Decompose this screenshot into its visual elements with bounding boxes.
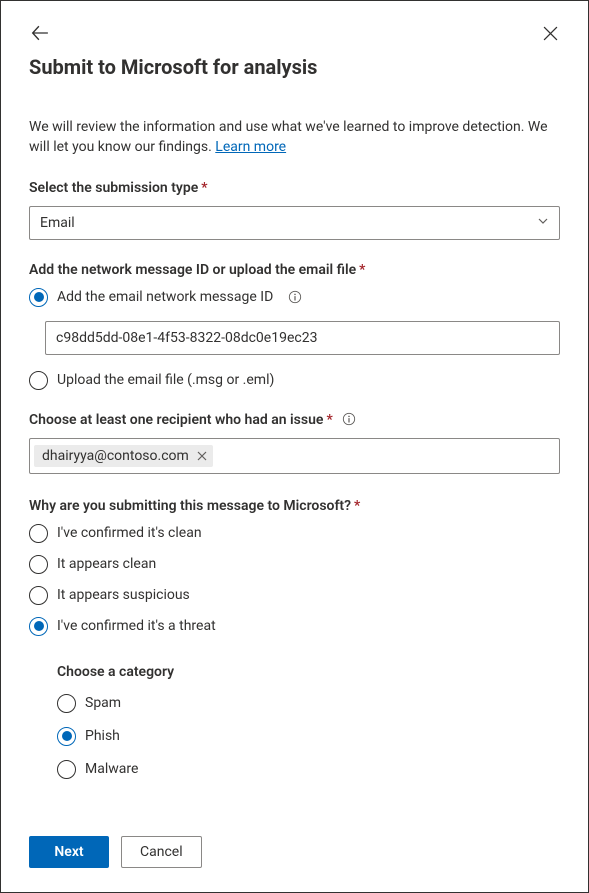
radio-category-phish[interactable]: Phish (57, 727, 560, 746)
back-button[interactable] (29, 22, 51, 44)
radio-add-message-id[interactable]: Add the email network message ID (29, 288, 560, 307)
submission-type-label: Select the submission type* (29, 180, 560, 196)
close-button[interactable] (541, 24, 560, 43)
radio-category-spam-label: Spam (85, 695, 121, 711)
back-arrow-icon (31, 24, 49, 42)
info-icon[interactable] (342, 412, 356, 426)
radio-indicator (29, 617, 48, 636)
required-asterisk: * (359, 262, 365, 278)
radio-confirmed-threat[interactable]: I've confirmed it's a threat (29, 617, 560, 636)
recipient-chip-remove[interactable] (195, 451, 209, 461)
recipient-label-text: Choose at least one recipient who had an… (29, 412, 323, 428)
radio-indicator (29, 555, 48, 574)
recipient-label: Choose at least one recipient who had an… (29, 412, 560, 428)
intro-text: We will review the information and use w… (29, 119, 548, 155)
required-asterisk: * (354, 498, 360, 514)
reason-label: Why are you submitting this message to M… (29, 498, 560, 514)
radio-add-message-id-label: Add the email network message ID (57, 289, 273, 305)
footer-actions: Next Cancel (29, 836, 560, 868)
category-label: Choose a category (57, 664, 560, 680)
radio-appears-suspicious[interactable]: It appears suspicious (29, 586, 560, 605)
radio-indicator (29, 586, 48, 605)
reason-radio-group: I've confirmed it's clean It appears cle… (29, 524, 560, 648)
radio-category-malware[interactable]: Malware (57, 760, 560, 779)
category-radio-group: Spam Phish Malware (57, 694, 560, 793)
message-id-section-label-text: Add the network message ID or upload the… (29, 262, 356, 278)
info-icon[interactable] (288, 290, 302, 304)
recipient-chip: dhairyya@contoso.com (34, 445, 213, 467)
close-icon (197, 451, 207, 461)
radio-appears-clean-label: It appears clean (57, 556, 156, 572)
submission-type-select[interactable]: Email (29, 206, 560, 240)
network-message-id-input[interactable] (45, 321, 560, 355)
chevron-down-icon (537, 215, 549, 231)
radio-appears-suspicious-label: It appears suspicious (57, 587, 190, 603)
intro-paragraph: We will review the information and use w… (29, 117, 560, 158)
radio-category-malware-label: Malware (85, 761, 138, 777)
recipient-people-picker[interactable]: dhairyya@contoso.com (29, 438, 560, 474)
radio-indicator (29, 371, 48, 390)
submission-panel: Submit to Microsoft for analysis We will… (0, 0, 589, 893)
radio-indicator (57, 694, 76, 713)
submission-type-value: Email (40, 215, 75, 231)
radio-indicator (29, 288, 48, 307)
next-button[interactable]: Next (29, 836, 109, 868)
reason-label-text: Why are you submitting this message to M… (29, 498, 351, 514)
recipient-chip-text: dhairyya@contoso.com (42, 448, 189, 464)
radio-upload-file-label: Upload the email file (.msg or .eml) (57, 372, 274, 388)
radio-confirmed-clean[interactable]: I've confirmed it's clean (29, 524, 560, 543)
panel-title: Submit to Microsoft for analysis (29, 55, 560, 79)
radio-appears-clean[interactable]: It appears clean (29, 555, 560, 574)
radio-upload-file[interactable]: Upload the email file (.msg or .eml) (29, 371, 560, 390)
radio-indicator (57, 727, 76, 746)
cancel-button[interactable]: Cancel (121, 836, 202, 868)
message-id-section-label: Add the network message ID or upload the… (29, 262, 560, 278)
radio-confirmed-threat-label: I've confirmed it's a threat (57, 618, 216, 634)
required-asterisk: * (326, 412, 332, 428)
learn-more-link[interactable]: Learn more (215, 139, 286, 155)
close-icon (543, 26, 558, 41)
radio-category-phish-label: Phish (85, 728, 120, 744)
radio-category-spam[interactable]: Spam (57, 694, 560, 713)
required-asterisk: * (201, 180, 207, 196)
radio-indicator (29, 524, 48, 543)
panel-topbar (29, 21, 560, 45)
radio-indicator (57, 760, 76, 779)
radio-confirmed-clean-label: I've confirmed it's clean (57, 525, 202, 541)
submission-type-label-text: Select the submission type (29, 180, 198, 196)
